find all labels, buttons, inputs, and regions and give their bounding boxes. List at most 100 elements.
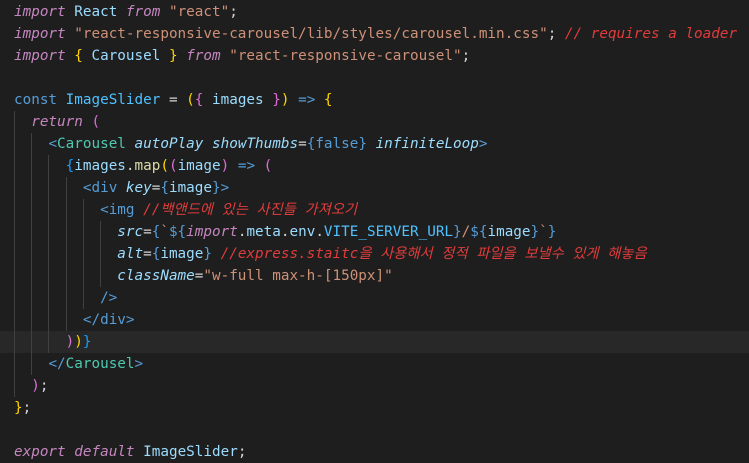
code-token: < — [48, 136, 58, 152]
code-token: => — [298, 92, 316, 108]
code-token: infiniteLoop — [375, 136, 479, 152]
code-line[interactable]: import { Carousel } from "react-responsi… — [0, 45, 749, 67]
code-token: / — [461, 224, 471, 240]
code-token: > — [134, 356, 144, 372]
code-line[interactable]: export default ImageSlider; — [0, 441, 749, 463]
code-token: VITE_SERVER_URL — [323, 224, 454, 240]
code-token: images — [74, 158, 126, 174]
code-token: ; — [22, 400, 32, 416]
code-text: className="w-full max-h-[150px]" — [14, 265, 392, 287]
code-token: ) — [74, 334, 83, 350]
code-token: { — [160, 180, 169, 196]
code-token: React — [65, 4, 126, 20]
code-token: div — [91, 180, 118, 196]
code-token: ( — [160, 158, 169, 174]
code-token: div — [100, 312, 126, 328]
code-token: // requires a loader — [564, 26, 738, 42]
code-token: </ — [48, 356, 66, 372]
code-line[interactable]: </Carousel> — [0, 353, 749, 375]
code-token: < — [100, 202, 109, 218]
code-line[interactable]: src={`${import.meta.env.VITE_SERVER_URL}… — [0, 221, 749, 243]
code-token: image — [177, 158, 221, 174]
code-token: = — [298, 136, 307, 152]
code-token: import — [14, 48, 66, 64]
code-text: </Carousel> — [14, 353, 143, 375]
code-token: map — [134, 158, 161, 174]
code-token: } — [547, 224, 557, 240]
code-token: ; — [237, 444, 247, 460]
code-line[interactable]: className="w-full max-h-[150px]" — [0, 265, 749, 287]
code-line[interactable]: <Carousel autoPlay showThumbs={false} in… — [0, 133, 749, 155]
code-editor[interactable]: import React from "react"; import "react-… — [0, 0, 749, 461]
code-token: src — [117, 224, 144, 240]
code-line[interactable]: <img //백앤드에 있는 사진들 가져오기 — [0, 199, 749, 221]
code-text: export default ImageSlider; — [14, 441, 246, 463]
code-line[interactable]: ); — [0, 375, 749, 397]
code-token: return — [31, 114, 83, 130]
code-token: = — [143, 224, 152, 240]
code-token: > — [478, 136, 488, 152]
code-line[interactable]: /> — [0, 287, 749, 309]
code-text: src={`${import.meta.env.VITE_SERVER_URL}… — [14, 221, 556, 243]
code-token: //express.staitc을 사용해서 정적 파일을 보낼수 있게 해놓음 — [220, 246, 647, 262]
code-token: { — [323, 92, 333, 108]
code-line[interactable]: import React from "react"; — [0, 1, 749, 23]
code-token: from — [186, 48, 221, 64]
code-line[interactable]: alt={image} //express.staitc을 사용해서 정적 파일… — [0, 243, 749, 265]
code-token: /> — [100, 290, 118, 306]
code-token: export — [14, 444, 66, 460]
code-line[interactable]: }; — [0, 397, 749, 419]
code-token: className — [117, 268, 195, 284]
code-token: ; — [547, 26, 565, 42]
code-token: image — [168, 180, 213, 196]
code-text: import { Carousel } from "react-responsi… — [14, 45, 470, 67]
code-token: ` — [539, 224, 548, 240]
code-token: ) — [31, 378, 40, 394]
code-token: ) — [65, 334, 75, 350]
code-token: image — [160, 246, 204, 262]
code-token: Carousel — [65, 356, 135, 372]
code-line[interactable]: </div> — [0, 309, 749, 331]
code-line-active[interactable]: ))} — [0, 331, 749, 353]
code-token: ImageSlider — [57, 92, 169, 108]
code-token: ( — [263, 158, 273, 174]
code-text: <div key={image}> — [14, 177, 229, 199]
code-line[interactable] — [0, 67, 749, 89]
code-token: //백앤드에 있는 사진들 가져오기 — [143, 202, 358, 218]
code-token: false — [315, 136, 359, 152]
code-text: import React from "react"; — [14, 1, 238, 23]
code-token: import — [14, 26, 66, 42]
code-text: <img //백앤드에 있는 사진들 가져오기 — [14, 199, 357, 221]
code-line[interactable]: <div key={image}> — [0, 177, 749, 199]
code-token: "react" — [168, 4, 230, 20]
code-line[interactable] — [0, 419, 749, 441]
code-token: ( — [91, 114, 101, 130]
code-token: import — [186, 224, 238, 240]
code-line[interactable]: import "react-responsive-carousel/lib/st… — [0, 23, 749, 45]
code-line[interactable]: {images.map((image) => ( — [0, 155, 749, 177]
code-line[interactable]: return ( — [0, 111, 749, 133]
code-line[interactable]: const ImageSlider = ({ images }) => { — [0, 89, 749, 111]
code-text: /> — [14, 287, 117, 309]
code-token: . — [125, 158, 135, 174]
code-text: <Carousel autoPlay showThumbs={false} in… — [14, 133, 487, 155]
code-token: meta — [246, 224, 281, 240]
code-token: } — [530, 224, 540, 240]
code-token: "react-responsive-carousel/lib/styles/ca… — [74, 26, 548, 42]
